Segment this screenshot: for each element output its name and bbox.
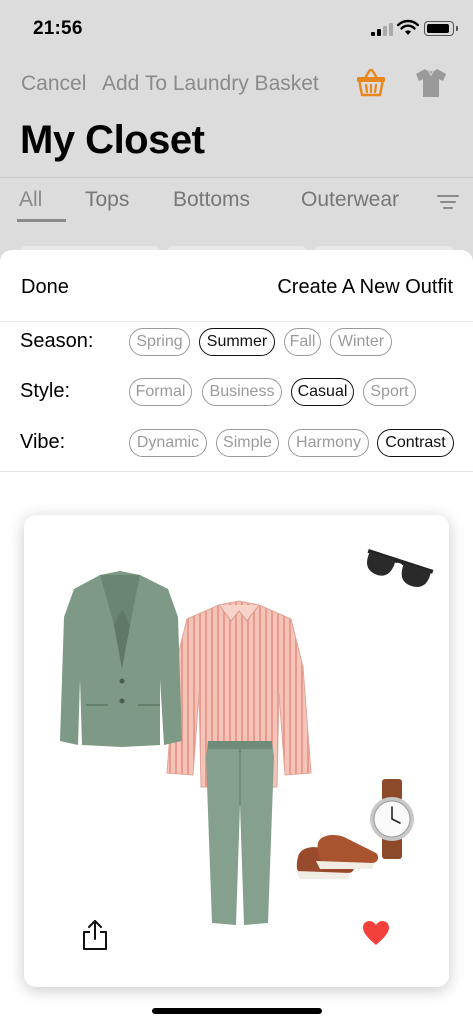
battery-icon	[424, 21, 458, 36]
home-indicator	[152, 1008, 322, 1014]
sheet-header: Done Create A New Outfit	[0, 250, 473, 322]
tab-outerwear[interactable]: Outerwear	[301, 188, 399, 212]
done-button[interactable]: Done	[21, 276, 69, 299]
chip-spring[interactable]: Spring	[129, 328, 190, 356]
style-label: Style:	[20, 380, 71, 402]
chip-fall[interactable]: Fall	[284, 328, 321, 356]
active-tab-indicator	[17, 219, 66, 222]
share-icon[interactable]	[81, 919, 109, 951]
chip-formal[interactable]: Formal	[129, 378, 192, 406]
status-time: 21:56	[33, 18, 83, 39]
tab-bottoms[interactable]: Bottoms	[173, 188, 250, 212]
sunglasses-item	[367, 548, 434, 587]
chip-sport[interactable]: Sport	[363, 378, 416, 406]
filter-icon[interactable]	[437, 195, 459, 209]
style-row: Style: Formal Business Casual Sport	[0, 376, 473, 410]
chip-business[interactable]: Business	[202, 378, 282, 406]
section-divider	[0, 471, 473, 472]
chip-harmony[interactable]: Harmony	[288, 429, 369, 457]
wifi-icon	[397, 19, 419, 35]
basket-icon[interactable]	[355, 66, 387, 98]
cellular-signal-icon	[371, 22, 393, 36]
vibe-label: Vibe:	[20, 431, 66, 453]
chip-summer[interactable]: Summer	[199, 328, 275, 356]
cancel-button[interactable]: Cancel	[21, 72, 86, 96]
shirt-icon[interactable]	[414, 67, 448, 99]
chip-simple[interactable]: Simple	[216, 429, 279, 457]
status-bar: 21:56	[0, 0, 473, 50]
chip-casual[interactable]: Casual	[291, 378, 354, 406]
favorite-heart-icon[interactable]	[362, 920, 390, 946]
green-trousers-item	[206, 741, 274, 925]
create-new-outfit-button[interactable]: Create A New Outfit	[277, 276, 453, 299]
chip-dynamic[interactable]: Dynamic	[129, 429, 207, 457]
category-tabs: All Tops Bottoms Outerwear	[0, 177, 473, 223]
page-title: My Closet	[20, 118, 205, 162]
add-to-laundry-basket-button[interactable]: Add To Laundry Basket	[102, 72, 319, 96]
season-label: Season:	[20, 330, 94, 352]
brown-brogues-item	[296, 835, 379, 879]
season-row: Season: Spring Summer Fall Winter	[0, 326, 473, 360]
tab-tops[interactable]: Tops	[85, 188, 129, 212]
outfit-card[interactable]	[24, 515, 449, 987]
chip-contrast[interactable]: Contrast	[377, 429, 454, 457]
green-blazer-item	[60, 571, 182, 747]
chip-winter[interactable]: Winter	[330, 328, 392, 356]
vibe-row: Vibe: Dynamic Simple Harmony Contrast	[0, 427, 473, 461]
create-outfit-sheet: Done Create A New Outfit Season: Spring …	[0, 250, 473, 1024]
tab-all[interactable]: All	[19, 188, 42, 212]
